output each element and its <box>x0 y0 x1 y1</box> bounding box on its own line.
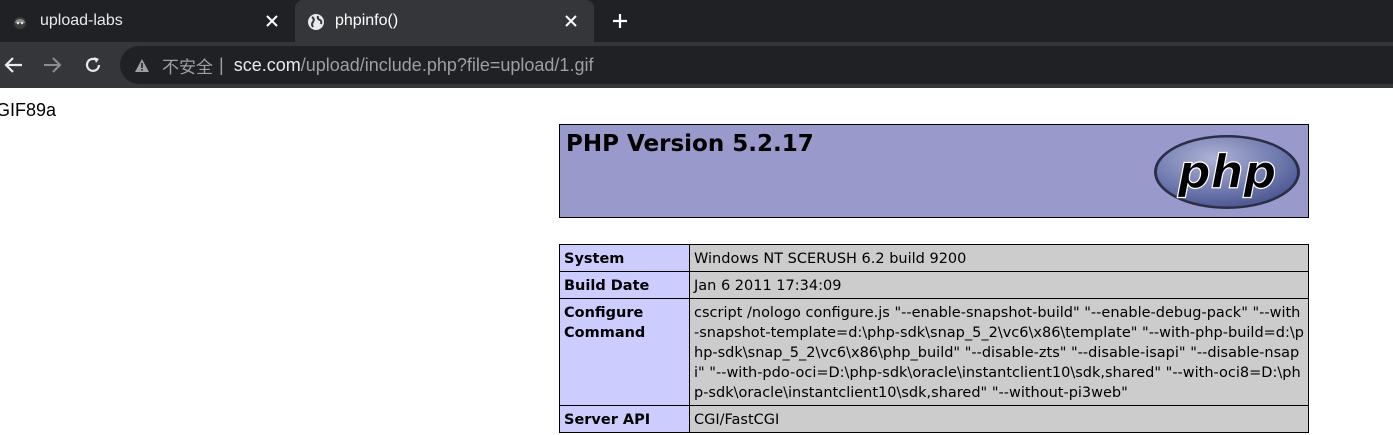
address-bar[interactable]: 不安全 | sce.com/upload/include.php?file=up… <box>120 46 1393 84</box>
phpinfo-container: PHP Version 5.2.17 php System Windows NT… <box>559 124 1309 433</box>
back-button[interactable] <box>0 51 28 79</box>
row-value: cscript /nologo configure.js "--enable-s… <box>689 298 1309 406</box>
tab-upload-labs[interactable]: upload-labs <box>0 0 295 42</box>
table-row: System Windows NT SCERUSH 6.2 build 9200 <box>559 244 1309 272</box>
table-row: Configure Command cscript /nologo config… <box>559 298 1309 406</box>
tab-strip: upload-labs phpinfo() <box>0 0 1393 42</box>
table-row: Server API CGI/FastCGI <box>559 405 1309 433</box>
row-key: Build Date <box>559 271 690 299</box>
row-value: Jan 6 2011 17:34:09 <box>689 271 1309 299</box>
row-value: Windows NT SCERUSH 6.2 build 9200 <box>689 244 1309 272</box>
row-key: Server API <box>559 405 690 433</box>
logo-text: php <box>1177 145 1277 199</box>
close-icon[interactable] <box>262 11 282 31</box>
row-key: System <box>559 244 690 272</box>
table-row: Build Date Jan 6 2011 17:34:09 <box>559 271 1309 299</box>
reload-icon <box>85 57 101 72</box>
row-value: CGI/FastCGI <box>689 405 1309 433</box>
arrow-right-icon <box>44 57 62 73</box>
phpinfo-table: System Windows NT SCERUSH 6.2 build 9200… <box>559 244 1309 433</box>
close-icon[interactable] <box>561 11 581 31</box>
url-path: /upload/include.php?file=upload/1.gif <box>300 54 594 75</box>
tab-title: phpinfo() <box>335 12 399 29</box>
globe-icon <box>307 13 324 30</box>
browser-toolbar: 不安全 | sce.com/upload/include.php?file=up… <box>0 42 1393 88</box>
plus-icon <box>613 14 627 28</box>
gif-header-text: GIF89a <box>0 100 57 120</box>
tab-phpinfo[interactable]: phpinfo() <box>295 0 594 42</box>
forward-button[interactable] <box>38 51 66 79</box>
security-label[interactable]: 不安全 <box>162 53 213 78</box>
row-key: Configure Command <box>559 298 690 406</box>
php-version-header: PHP Version 5.2.17 php <box>559 124 1309 218</box>
app-favicon-icon <box>12 13 28 29</box>
address-separator: | <box>219 54 224 75</box>
reload-button[interactable] <box>79 51 107 79</box>
tab-title: upload-labs <box>40 12 123 29</box>
warning-icon[interactable] <box>134 56 152 74</box>
new-tab-button[interactable] <box>608 9 632 33</box>
arrow-left-icon <box>4 57 22 73</box>
php-logo-icon[interactable]: php <box>1152 133 1302 211</box>
page-title: PHP Version 5.2.17 <box>566 131 814 157</box>
url-host: sce.com <box>233 54 301 75</box>
